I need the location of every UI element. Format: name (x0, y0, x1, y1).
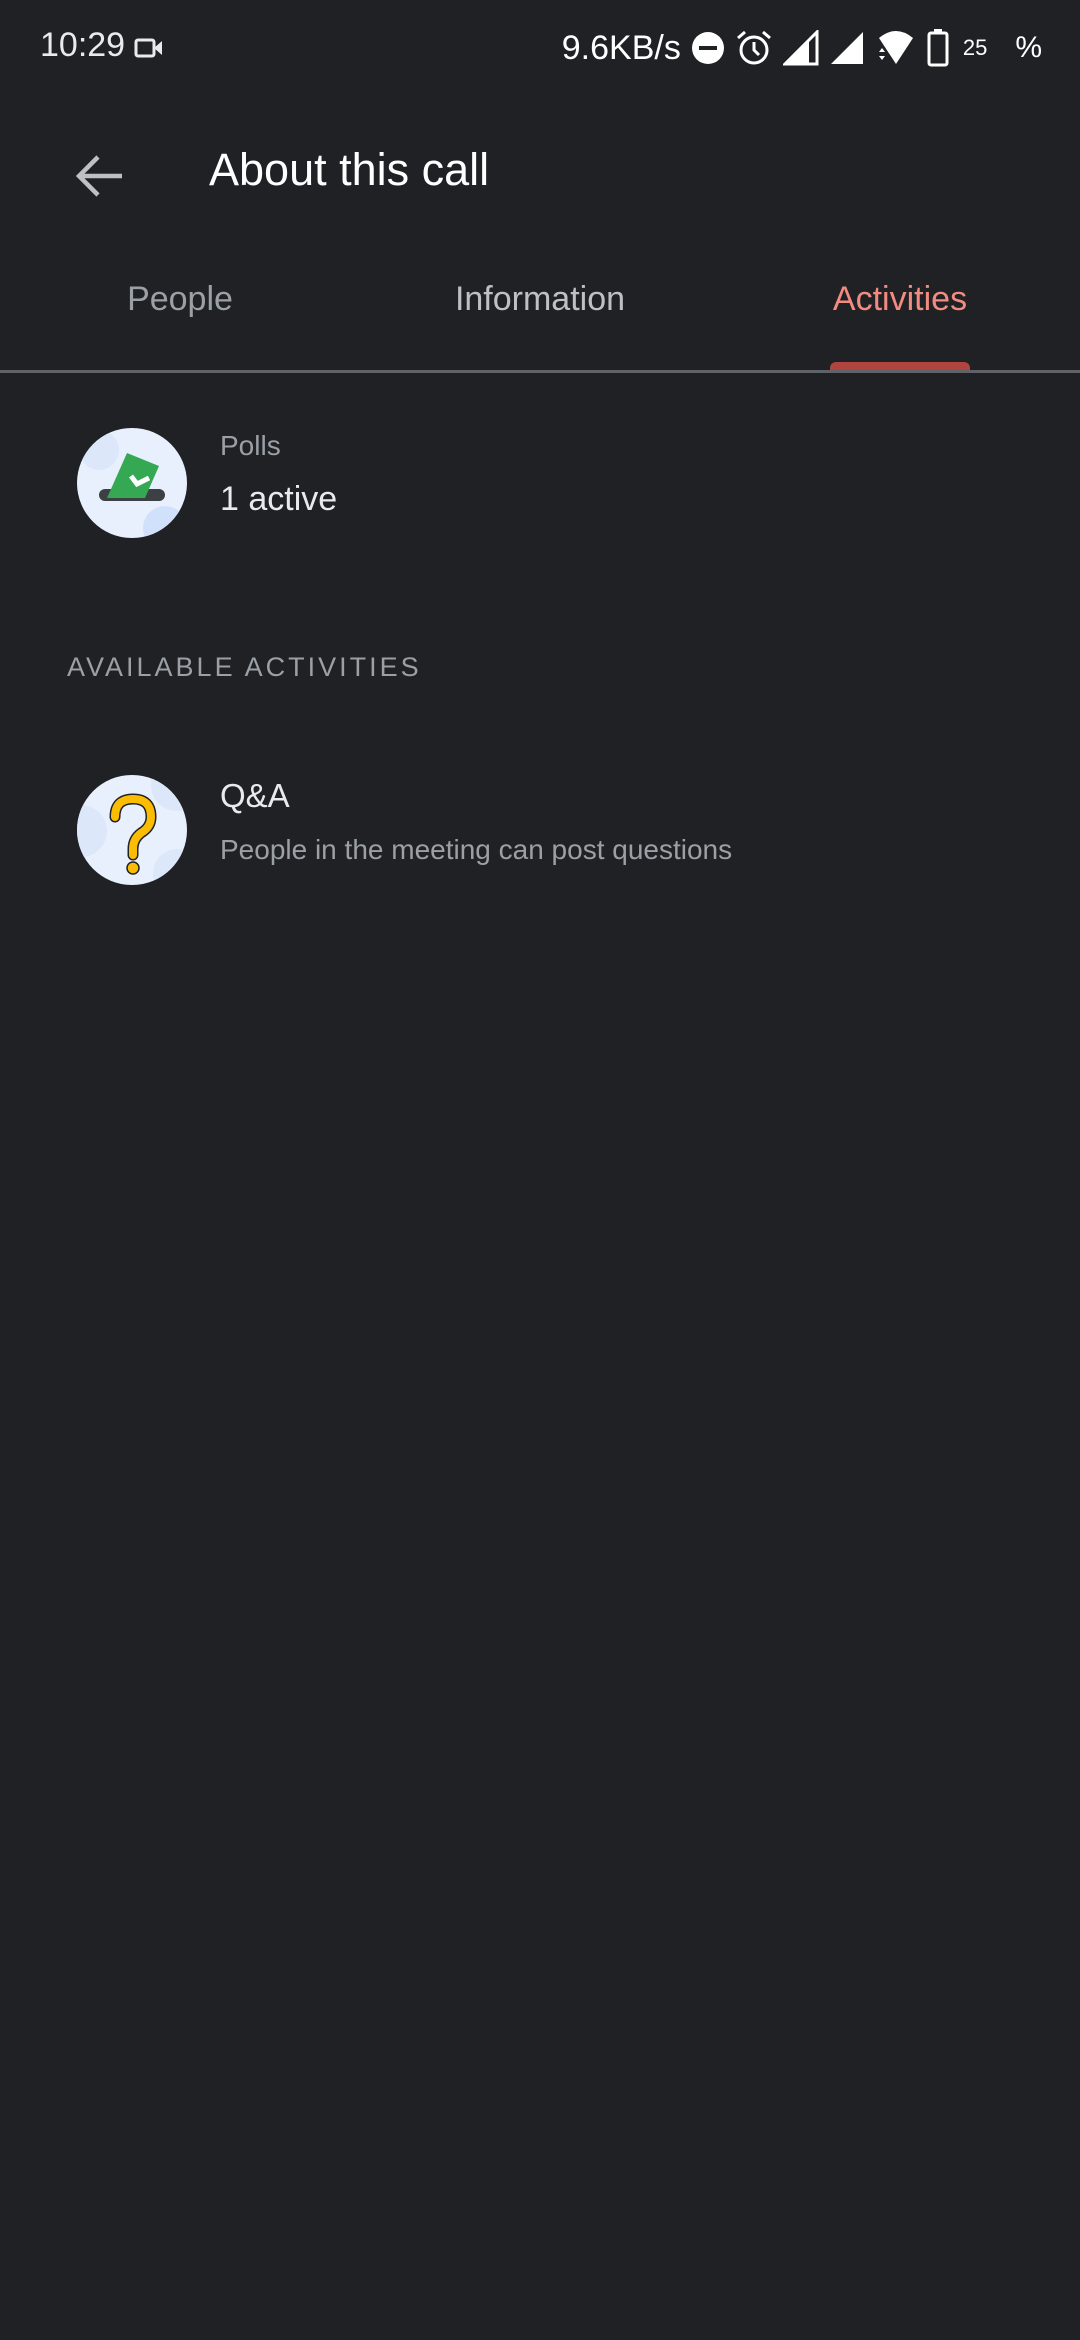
do-not-disturb-icon (691, 32, 724, 64)
alarm-icon (736, 30, 771, 65)
polls-label: Polls (220, 430, 281, 461)
tab-bar: People Information Activities (0, 262, 1080, 372)
status-bar: 10:29 9.6KB/s 25 % (0, 0, 1080, 96)
arrow-back-icon (76, 155, 122, 197)
available-activities-heading: AVAILABLE ACTIVITIES (67, 652, 422, 682)
back-button[interactable] (64, 146, 136, 206)
status-time: 10:29 (40, 26, 126, 64)
app-bar: About this call (0, 120, 1080, 230)
signal-icon (830, 32, 863, 64)
battery-percent-sign: % (1015, 31, 1042, 64)
video-camera-icon (134, 38, 162, 58)
tab-activities[interactable]: Activities (720, 280, 1080, 319)
network-speed: 9.6KB/s (561, 28, 681, 67)
tab-information[interactable]: Information (360, 280, 720, 319)
page-title: About this call (209, 144, 490, 195)
qa-item[interactable]: Q&A People in the meeting can post quest… (0, 775, 1080, 905)
poll-ballot-icon (77, 428, 187, 538)
question-mark-icon (77, 775, 187, 885)
polls-status: 1 active (220, 480, 338, 518)
tab-divider (0, 370, 1080, 373)
battery-icon (927, 29, 949, 67)
polls-item[interactable]: Polls 1 active (0, 428, 1080, 558)
signal-icon (782, 30, 819, 66)
qa-title: Q&A (220, 777, 290, 814)
qa-description: People in the meeting can post questions (220, 834, 733, 865)
status-icons: 9.6KB/s 25 % (562, 26, 1042, 70)
battery-level: 25 (962, 35, 988, 60)
wifi-icon (878, 31, 913, 64)
tab-people[interactable]: People (0, 280, 360, 319)
